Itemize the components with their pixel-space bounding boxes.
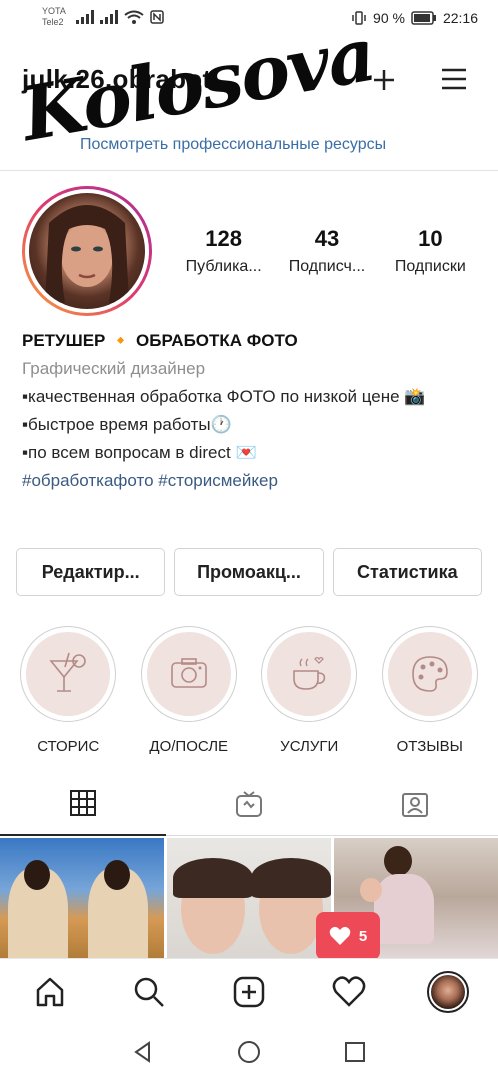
post-grid	[0, 838, 498, 958]
edit-profile-button[interactable]: Редактир...	[16, 548, 166, 596]
tagged-user-icon	[402, 792, 428, 817]
nav-activity[interactable]	[319, 962, 379, 1022]
professional-resources-link[interactable]: Посмотреть профессиональные ресурсы	[80, 136, 386, 154]
following-label: Подписки	[394, 258, 466, 275]
nfc-icon	[150, 10, 164, 24]
insights-button[interactable]: Статистика	[332, 548, 482, 596]
nav-search[interactable]	[119, 962, 179, 1022]
add-post-icon	[233, 976, 265, 1007]
system-navigation	[0, 1024, 498, 1080]
cocktail-icon	[49, 652, 87, 692]
bio-category: Графический дизайнер	[22, 359, 206, 378]
followers-count: 43	[314, 226, 340, 251]
highlight-services[interactable]: УСЛУГИ	[254, 626, 364, 755]
heart-icon	[329, 926, 351, 945]
posts-count: 128	[205, 226, 243, 251]
bottom-navigation	[0, 958, 498, 1024]
menu-icon[interactable]	[440, 68, 468, 90]
promotions-button[interactable]: Промоакц...	[174, 548, 324, 596]
signal-icon	[76, 10, 94, 24]
tab-grid[interactable]	[0, 772, 166, 836]
battery-percent: 90 %	[373, 10, 405, 26]
post-thumbnail[interactable]	[0, 838, 164, 958]
profile-header: julk.26.obrabot...	[0, 50, 498, 110]
coffee-cup-icon	[293, 656, 326, 690]
grid-icon	[70, 790, 96, 816]
new-post-icon[interactable]	[370, 66, 398, 94]
highlight-label: ДО/ПОСЛЕ	[149, 738, 229, 755]
profile-avatar[interactable]	[22, 186, 152, 316]
highlight-stories[interactable]: СТОРИС	[13, 626, 123, 755]
post-thumbnail[interactable]	[167, 838, 331, 958]
profile-bio: РЕТУШЕР 🔸 ОБРАБОТКА ФОТО Графический диз…	[22, 327, 482, 495]
signal-icons	[76, 10, 164, 24]
heart-outline-icon	[332, 975, 365, 1007]
highlight-label: ОТЗЫВЫ	[396, 738, 463, 755]
nav-create[interactable]	[219, 962, 279, 1022]
bio-hashtags[interactable]: #обработкафото #сторисмейкер	[22, 467, 482, 495]
story-highlights: СТОРИС ДО/ПОСЛЕ УСЛУГИ ОТЗЫВЫ	[0, 626, 498, 755]
highlight-reviews[interactable]: ОТЗЫВЫ	[375, 626, 485, 755]
stat-followers[interactable]: 43 Подписч...	[275, 226, 378, 276]
recents-icon[interactable]	[343, 1040, 367, 1064]
profile-avatar-small	[427, 970, 470, 1013]
camera-icon	[170, 658, 207, 688]
avatar-face-icon	[45, 205, 129, 303]
profile-tabs	[0, 772, 498, 836]
profile-stats: 128 Публика... 43 Подписч... 10 Подписки	[172, 226, 482, 276]
igtv-icon	[236, 790, 262, 817]
carrier-2: Tele2	[42, 17, 64, 27]
bio-line: ▪быстрое время работы🕐	[22, 415, 232, 434]
home-circle-icon[interactable]	[237, 1040, 261, 1064]
vibrate-icon	[352, 11, 366, 25]
back-icon[interactable]	[131, 1040, 155, 1064]
posts-label: Публика...	[185, 258, 262, 275]
bio-line: ▪по всем вопросам в direct 💌	[22, 443, 257, 462]
tab-tagged[interactable]	[332, 772, 498, 836]
search-icon	[135, 977, 165, 1007]
username-dropdown[interactable]: julk.26.obrabot...	[22, 64, 234, 95]
likes-count: 5	[358, 927, 368, 945]
tab-igtv[interactable]	[166, 772, 332, 836]
following-count: 10	[418, 226, 443, 251]
palette-icon	[411, 656, 448, 692]
wifi-icon	[124, 10, 144, 24]
highlight-before-after[interactable]: ДО/ПОСЛЕ	[134, 626, 244, 755]
carrier-labels: YOTA Tele2	[42, 6, 66, 28]
stat-following[interactable]: 10 Подписки	[379, 226, 482, 276]
battery-icon	[411, 11, 436, 25]
stat-posts[interactable]: 128 Публика...	[172, 226, 275, 276]
bio-line: ▪качественная обработка ФОТО по низкой ц…	[22, 387, 426, 406]
status-right: 90 % 22:16	[351, 10, 478, 26]
followers-label: Подписч...	[288, 258, 366, 275]
clock: 22:16	[442, 10, 478, 26]
status-bar: YOTA Tele2 90 % 22:16	[0, 0, 498, 40]
nav-profile[interactable]	[418, 962, 478, 1022]
home-icon	[36, 977, 64, 1006]
highlight-label: СТОРИС	[37, 738, 100, 755]
highlight-label: УСЛУГИ	[280, 738, 339, 755]
nav-home[interactable]	[20, 962, 80, 1022]
bio-name: РЕТУШЕР 🔸 ОБРАБОТКА ФОТО	[22, 331, 298, 350]
header-divider	[0, 170, 498, 171]
profile-actions: Редактир... Промоакц... Статистика	[16, 548, 482, 596]
signal-icon	[100, 10, 118, 24]
activity-notification-bubble[interactable]: 5	[316, 912, 380, 968]
carrier-1: YOTA	[42, 6, 66, 16]
